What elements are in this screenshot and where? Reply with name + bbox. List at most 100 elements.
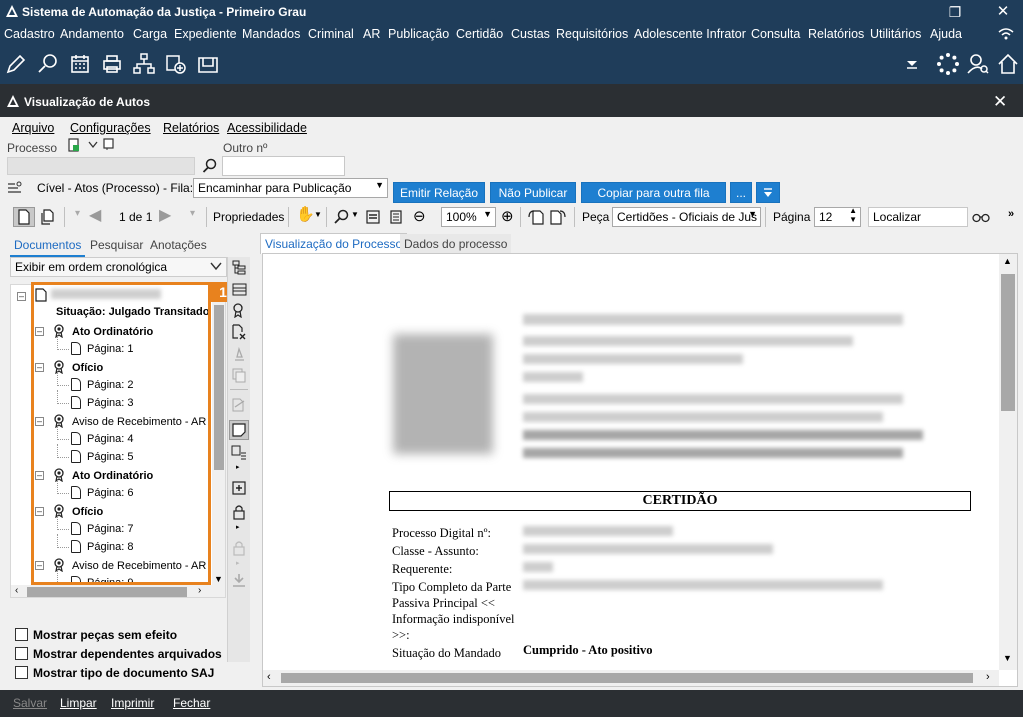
processo-input[interactable] bbox=[7, 157, 195, 175]
outro-numero-input[interactable] bbox=[222, 156, 345, 176]
tab-dados-processo[interactable]: Dados do processo bbox=[400, 234, 512, 254]
document-hscroll-thumb[interactable] bbox=[281, 673, 973, 683]
scroll-right-icon[interactable]: › bbox=[986, 671, 990, 683]
menu-criminal[interactable]: Criminal bbox=[308, 27, 354, 41]
tree-hscroll-thumb[interactable] bbox=[27, 587, 187, 597]
single-page-toggle[interactable] bbox=[13, 207, 35, 227]
add-page-icon[interactable] bbox=[231, 480, 247, 496]
mostrar-tipo-documento-saj-checkbox[interactable] bbox=[15, 666, 28, 679]
tab-pesquisar[interactable]: Pesquisar bbox=[86, 235, 147, 255]
pagina-stepper[interactable]: 12 ▲ ▼ bbox=[814, 207, 861, 227]
menu-relatorios-window[interactable]: Relatórios bbox=[163, 121, 219, 135]
printer-icon[interactable] bbox=[100, 52, 124, 76]
tree-expand-icon[interactable] bbox=[232, 260, 247, 275]
copiar-para-outra-fila-button[interactable]: Copiar para outra fila bbox=[581, 182, 726, 203]
menu-ar[interactable]: AR bbox=[363, 27, 380, 41]
list-settings-icon[interactable] bbox=[7, 181, 23, 195]
more-options-button[interactable]: ... bbox=[730, 182, 752, 203]
expand-button[interactable] bbox=[756, 182, 780, 203]
home-icon[interactable] bbox=[996, 52, 1020, 76]
previous-page-icon[interactable]: ◀ bbox=[89, 205, 101, 225]
calendar-icon[interactable] bbox=[68, 52, 92, 76]
menu-andamento[interactable]: Andamento bbox=[60, 27, 124, 41]
process-type-icon[interactable] bbox=[68, 138, 82, 152]
scroll-down-icon[interactable]: ▼ bbox=[214, 574, 223, 584]
propriedades-button[interactable]: Propriedades bbox=[213, 210, 284, 224]
close-window-icon[interactable]: ✕ bbox=[993, 92, 1007, 112]
nao-publicar-button[interactable]: Não Publicar bbox=[490, 182, 576, 203]
hand-tool-icon[interactable]: ✋ bbox=[296, 205, 315, 223]
zoom-dropdown-icon[interactable]: ▼ bbox=[351, 210, 359, 219]
last-page-icon[interactable]: ▾ bbox=[190, 208, 195, 219]
ordem-select[interactable]: Exibir em ordem cronológica bbox=[10, 257, 227, 277]
edit-icon[interactable] bbox=[4, 52, 28, 76]
menu-configuracoes[interactable]: Configurações bbox=[70, 121, 151, 135]
scroll-left-icon[interactable]: ‹ bbox=[267, 671, 271, 683]
tab-documentos[interactable]: Documentos bbox=[10, 235, 86, 257]
hand-dropdown-icon[interactable]: ▼ bbox=[314, 210, 322, 219]
menu-publicacao[interactable]: Publicação bbox=[388, 27, 449, 41]
menu-acessibilidade[interactable]: Acessibilidade bbox=[227, 121, 307, 135]
zoom-in-icon[interactable]: ⊕ bbox=[501, 207, 514, 225]
submenu-arrow-icon[interactable]: ▸ bbox=[236, 523, 240, 531]
restore-window-icon[interactable]: ❐ bbox=[945, 2, 965, 22]
menu-adolescente-infrator[interactable]: Adolescente Infrator bbox=[634, 27, 746, 41]
emitir-relacao-button[interactable]: Emitir Relação bbox=[393, 182, 485, 203]
certificate-icon[interactable] bbox=[231, 302, 247, 318]
imprimir-button[interactable]: Imprimir bbox=[111, 696, 154, 710]
hierarchy-icon[interactable] bbox=[132, 52, 156, 76]
add-document-icon[interactable] bbox=[164, 52, 188, 76]
fila-select[interactable]: Encaminhar para Publicação ▼ bbox=[193, 178, 388, 198]
rotate-left-icon[interactable] bbox=[528, 208, 544, 225]
fechar-button[interactable]: Fechar bbox=[173, 696, 210, 710]
mostrar-pecas-sem-efeito-checkbox[interactable] bbox=[15, 628, 28, 641]
first-page-icon[interactable]: ▾ bbox=[75, 208, 80, 219]
search-document-icon[interactable] bbox=[36, 52, 60, 76]
fit-page-icon[interactable] bbox=[389, 210, 403, 224]
chevron-down-icon[interactable] bbox=[88, 141, 98, 149]
menu-requisitorios[interactable]: Requisitórios bbox=[556, 27, 628, 41]
fit-width-icon[interactable] bbox=[366, 210, 380, 224]
menu-carga[interactable]: Carga bbox=[133, 27, 167, 41]
menu-utilitarios[interactable]: Utilitários bbox=[870, 27, 921, 41]
scroll-down-icon[interactable]: ▼ bbox=[1003, 653, 1012, 663]
limpar-button[interactable]: Limpar bbox=[60, 696, 97, 710]
overflow-chevron-icon[interactable]: » bbox=[1008, 208, 1014, 220]
peca-select[interactable]: Certidões - Oficiais de Jus ▼ bbox=[612, 207, 761, 227]
menu-mandados[interactable]: Mandados bbox=[242, 27, 300, 41]
document-viewer[interactable]: CERTIDÃO Processo Digital nº: Classe - A… bbox=[262, 253, 1018, 687]
menu-custas[interactable]: Custas bbox=[511, 27, 550, 41]
lock-icon[interactable] bbox=[232, 504, 246, 520]
zoom-tool-icon[interactable] bbox=[334, 209, 349, 224]
stepper-arrows-icon[interactable]: ▲ ▼ bbox=[849, 208, 857, 224]
list-view-icon[interactable] bbox=[232, 282, 247, 297]
menu-expediente[interactable]: Expediente bbox=[174, 27, 237, 41]
localizar-input[interactable]: Localizar bbox=[868, 207, 968, 227]
menu-ajuda[interactable]: Ajuda bbox=[930, 27, 962, 41]
menu-consulta[interactable]: Consulta bbox=[751, 27, 800, 41]
scroll-left-icon[interactable]: ‹ bbox=[15, 585, 18, 596]
document-scroll-thumb[interactable] bbox=[1001, 274, 1015, 411]
document-list-icon[interactable] bbox=[231, 445, 247, 461]
submenu-arrow-icon[interactable]: ▸ bbox=[236, 463, 240, 471]
salvar-button[interactable]: Salvar bbox=[13, 696, 47, 710]
menu-relatorios[interactable]: Relatórios bbox=[808, 27, 864, 41]
binoculars-icon[interactable] bbox=[972, 211, 990, 223]
collapse-icon[interactable]: – bbox=[17, 292, 26, 301]
search-icon[interactable] bbox=[202, 158, 218, 174]
dropdown-arrow-icon[interactable] bbox=[904, 56, 920, 72]
mostrar-dependentes-arquivados-checkbox[interactable] bbox=[15, 647, 28, 660]
annotation-toggle[interactable] bbox=[229, 420, 249, 440]
tab-visualizacao-processo[interactable]: Visualização do Processo bbox=[260, 233, 408, 254]
user-search-icon[interactable] bbox=[966, 52, 990, 76]
zoom-out-icon[interactable]: ⊖ bbox=[413, 207, 426, 225]
menu-arquivo[interactable]: Arquivo bbox=[12, 121, 54, 135]
inbox-icon[interactable] bbox=[196, 52, 220, 76]
scroll-up-icon[interactable]: ▲ bbox=[1003, 256, 1012, 266]
note-icon[interactable] bbox=[103, 138, 114, 151]
scroll-right-icon[interactable]: › bbox=[198, 585, 201, 596]
multi-page-icon[interactable] bbox=[40, 209, 56, 225]
tree-scroll-thumb[interactable] bbox=[214, 305, 224, 470]
zoom-select[interactable]: 100% ▼ bbox=[441, 207, 496, 227]
delete-document-icon[interactable] bbox=[231, 324, 247, 340]
